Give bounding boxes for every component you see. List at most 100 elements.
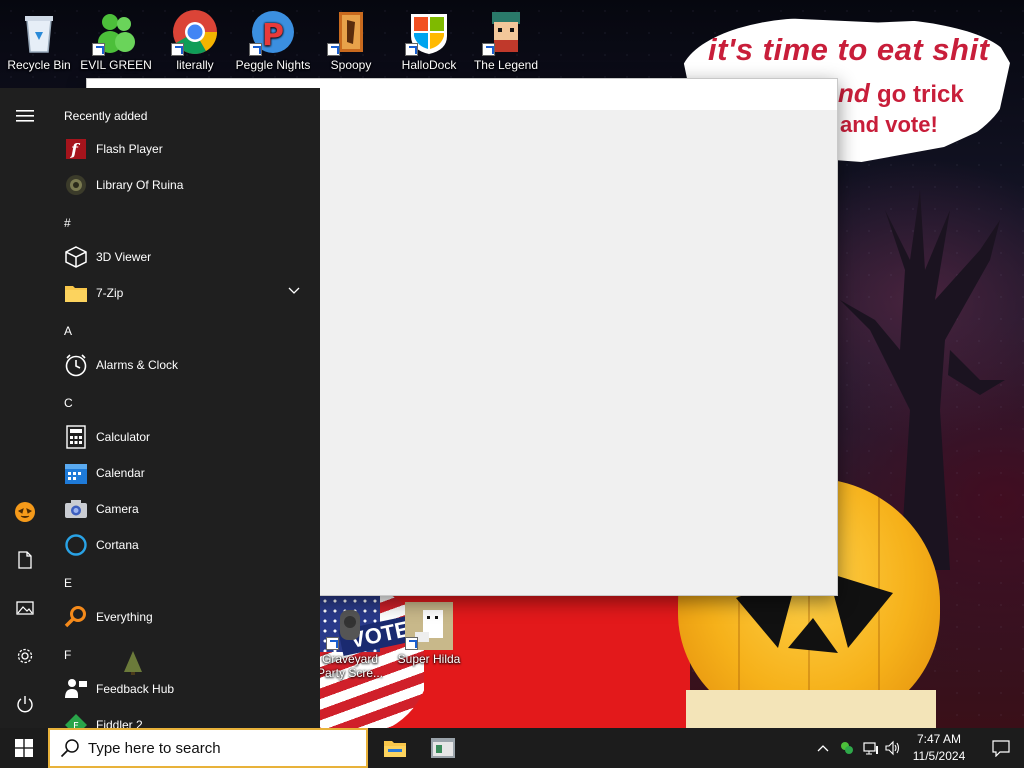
show-hidden-icons-button[interactable] bbox=[812, 728, 834, 768]
tray-app-icon bbox=[841, 742, 853, 754]
section-header-c[interactable]: C bbox=[64, 396, 73, 410]
section-header-hash[interactable]: # bbox=[64, 216, 71, 230]
settings-button[interactable] bbox=[0, 634, 50, 678]
file-explorer-icon bbox=[384, 741, 406, 757]
graveyard-party-icon bbox=[326, 602, 374, 650]
document-icon bbox=[18, 551, 32, 569]
desktop-icon-hallodock[interactable]: HalloDock bbox=[391, 4, 467, 74]
app-fiddler[interactable]: F Fiddler 2 bbox=[50, 707, 320, 728]
gear-icon bbox=[17, 648, 33, 664]
game-character-icon bbox=[482, 8, 530, 56]
feedback-hub-icon bbox=[64, 677, 88, 701]
taskbar-search-box[interactable]: Type here to search bbox=[48, 728, 368, 768]
section-header-e[interactable]: E bbox=[64, 576, 72, 590]
app-label: 3D Viewer bbox=[96, 250, 152, 264]
action-center-button[interactable] bbox=[978, 728, 1024, 768]
shortcut-arrow-icon bbox=[326, 637, 339, 650]
alarm-clock-icon bbox=[64, 353, 88, 377]
chevron-up-icon bbox=[817, 745, 829, 752]
wallpaper-bottom-strip bbox=[686, 690, 936, 728]
tray-app-button[interactable] bbox=[836, 728, 858, 768]
shortcut-arrow-icon bbox=[171, 43, 184, 56]
hamburger-icon bbox=[16, 110, 34, 122]
app-label: Cortana bbox=[96, 538, 139, 552]
app-label: Alarms & Clock bbox=[96, 358, 179, 372]
desktop-icon-label: literally bbox=[176, 58, 214, 72]
desktop-icon-graveyard-party[interactable]: Graveyard Party Scre... bbox=[312, 598, 388, 682]
desktop-icon-super-hilda[interactable]: Super Hilda bbox=[391, 598, 467, 668]
wallpaper-text-line2-end: go trick bbox=[877, 81, 964, 108]
flash-player-icon: f bbox=[64, 137, 88, 161]
wallpaper-text-line3: and vote! bbox=[840, 112, 938, 137]
app-alarms-clock[interactable]: Alarms & Clock bbox=[50, 347, 320, 383]
desktop-icon-recycle-bin[interactable]: Recycle Bin bbox=[1, 4, 77, 74]
speaker-icon bbox=[885, 740, 900, 756]
desktop-icon-the-legend[interactable]: The Legend bbox=[468, 4, 544, 74]
picture-icon bbox=[16, 601, 34, 615]
shortcut-arrow-icon bbox=[92, 43, 105, 56]
network-button[interactable] bbox=[860, 728, 882, 768]
taskbar-file-explorer[interactable] bbox=[371, 728, 419, 768]
app-label: Flash Player bbox=[96, 142, 163, 156]
start-menu: Recently added f Flash Player Library Of… bbox=[0, 88, 320, 728]
app-cortana[interactable]: Cortana bbox=[50, 527, 320, 563]
cortana-icon bbox=[64, 533, 88, 557]
start-menu-rail bbox=[0, 88, 50, 728]
power-button[interactable] bbox=[0, 682, 50, 726]
avatar bbox=[15, 502, 35, 522]
start-button[interactable] bbox=[0, 728, 48, 768]
desktop-icon-peggle-nights[interactable]: P Peggle Nights bbox=[235, 4, 311, 74]
app-label: Calculator bbox=[96, 430, 151, 444]
volume-button[interactable] bbox=[882, 728, 904, 768]
desktop-icon-label: Spoopy bbox=[330, 58, 372, 72]
app-library-of-ruina[interactable]: Library Of Ruina bbox=[50, 167, 320, 203]
search-icon bbox=[60, 739, 79, 758]
desktop-icon-evil-green-men[interactable]: EVIL GREEN MEN CO bbox=[78, 4, 154, 74]
app-feedback-hub[interactable]: Feedback Hub bbox=[50, 671, 320, 707]
desktop-icon-label: HalloDock bbox=[401, 58, 457, 72]
section-header-f[interactable]: F bbox=[64, 648, 71, 662]
folder-icon bbox=[64, 281, 88, 305]
shortcut-arrow-icon bbox=[249, 43, 262, 56]
app-calendar[interactable]: Calendar bbox=[50, 455, 320, 491]
windows-shield-icon bbox=[405, 8, 453, 56]
wallpaper-text-line2: nd go trick bbox=[838, 78, 964, 109]
taskbar-clock[interactable]: 7:47 AM 11/5/2024 bbox=[902, 731, 976, 765]
section-header-a[interactable]: A bbox=[64, 324, 72, 338]
svg-text:P: P bbox=[262, 18, 284, 53]
app-flash-player[interactable]: f Flash Player bbox=[50, 131, 320, 167]
notification-icon bbox=[992, 740, 1010, 757]
chevron-down-icon[interactable] bbox=[288, 287, 300, 295]
network-icon bbox=[863, 742, 878, 755]
pictures-button[interactable] bbox=[0, 586, 50, 630]
desktop-icon-label: EVIL GREEN MEN CO bbox=[80, 58, 152, 74]
clock-date: 11/5/2024 bbox=[912, 749, 966, 763]
magnifier-icon bbox=[64, 605, 88, 629]
app-label: Feedback Hub bbox=[96, 682, 175, 696]
expand-menu-button[interactable] bbox=[0, 94, 50, 138]
start-app-list: Recently added f Flash Player Library Of… bbox=[50, 88, 320, 728]
taskbar-open-app[interactable] bbox=[419, 728, 467, 768]
app-3d-viewer[interactable]: 3D Viewer bbox=[50, 239, 320, 275]
svg-text:F: F bbox=[73, 721, 79, 728]
wallpaper-text-line1: it's time to eat shit bbox=[708, 32, 990, 67]
3d-viewer-icon bbox=[64, 245, 88, 269]
desktop-icon-literally[interactable]: literally bbox=[157, 4, 233, 74]
desktop-icon-spoopy[interactable]: Spoopy bbox=[313, 4, 389, 74]
app-camera[interactable]: Camera bbox=[50, 491, 320, 527]
desktop-icon-label: Recycle Bin bbox=[7, 58, 71, 72]
app-label: Everything bbox=[96, 610, 153, 624]
spoopy-icon bbox=[327, 8, 375, 56]
shortcut-arrow-icon bbox=[405, 637, 418, 650]
user-account-button[interactable] bbox=[0, 490, 50, 534]
calculator-icon bbox=[64, 425, 88, 449]
app-label: Fiddler 2 bbox=[96, 718, 143, 728]
chrome-icon bbox=[171, 8, 219, 56]
app-calculator[interactable]: Calculator bbox=[50, 419, 320, 455]
app-7-zip[interactable]: 7-Zip bbox=[50, 275, 320, 311]
taskbar: Type here to search 7:47 AM 11/5/2024 bbox=[0, 728, 1024, 768]
windows-logo-icon bbox=[15, 739, 33, 757]
app-everything[interactable]: Everything bbox=[50, 599, 320, 635]
recycle-bin-icon bbox=[15, 8, 63, 56]
documents-button[interactable] bbox=[0, 538, 50, 582]
